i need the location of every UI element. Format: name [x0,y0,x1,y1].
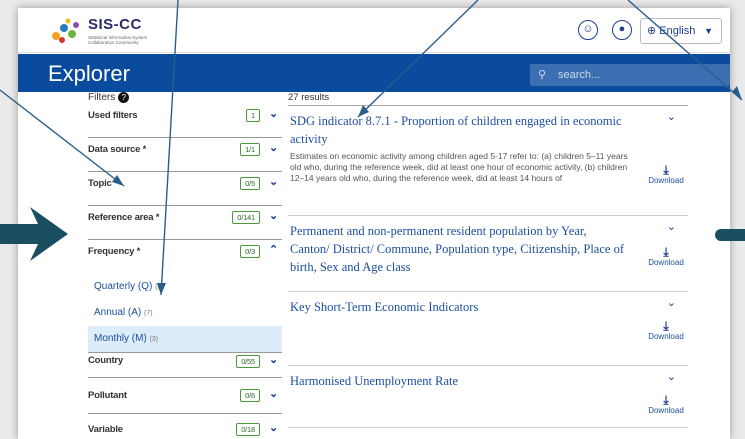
explorer-brand[interactable]: Explorer [48,61,130,87]
results-count: 27 results [288,92,688,106]
result-item[interactable]: SDG indicator 8.7.1 - Proportion of chil… [288,106,688,216]
download-icon: ⤓ [663,393,669,407]
chevron-down-icon[interactable]: ⌄ [269,175,278,188]
help-icon[interactable]: ? [118,92,130,103]
download-button[interactable]: ⤓ Download [644,164,688,185]
filter-used-filters[interactable]: Used filters 1 ⌄ [88,104,282,138]
download-button[interactable]: ⤓ Download [644,246,688,267]
filter-count-badge: 1/1 [240,143,260,156]
chevron-down-icon[interactable]: ⌄ [269,421,278,434]
filter-label: Country [88,355,124,366]
filter-topic[interactable]: Topic 0/5 ⌄ [88,172,282,206]
frequency-option-quarterly[interactable]: Quarterly (Q) (8) [88,274,282,300]
filter-reference-area[interactable]: Reference area * 0/141 ⌄ [88,206,282,240]
annotation-arrowhead [732,86,742,100]
option-count: (8) [155,284,164,291]
logo-text: SIS-CC [88,16,142,33]
chevron-down-icon[interactable]: ⌄ [667,370,676,383]
big-arrow-icon [0,207,68,261]
download-icon: ⤓ [663,163,669,177]
download-label: Download [648,258,684,267]
result-item[interactable]: Harmonised Unemployment Rate ⌄ ⤓ Downloa… [288,366,688,428]
filter-label: Used filters [88,110,138,121]
chevron-down-icon[interactable]: ⌄ [667,296,676,309]
logo-subtext: Statistical Information System Collabora… [88,35,148,45]
download-icon: ⤓ [663,245,669,259]
chevron-up-icon[interactable]: ⌃ [269,243,278,256]
option-count: (7) [144,310,153,317]
results-panel: 27 results SDG indicator 8.7.1 - Proport… [288,92,688,428]
filter-label: Reference area * [88,212,160,223]
filter-count-badge: 0/6 [240,389,260,402]
filter-count-badge: 0/18 [236,423,260,436]
filter-count-badge: 1 [246,109,260,122]
result-title[interactable]: Harmonised Unemployment Rate [290,372,628,390]
explorer-app-window: SIS-CC Statistical Information System Co… [18,8,730,439]
option-label: Monthly (M) [94,333,147,344]
chevron-down-icon[interactable]: ⌄ [269,209,278,222]
filter-label: Topic [88,178,112,189]
result-item[interactable]: Key Short-Term Economic Indicators ⌄ ⤓ D… [288,292,688,366]
filter-count-badge: 0/141 [232,211,260,224]
download-label: Download [648,406,684,415]
chevron-down-icon[interactable]: ⌄ [269,353,278,366]
logo-mark-icon [52,18,79,43]
filter-variable[interactable]: Variable 0/18 ⌄ [88,414,282,439]
filter-count-badge: 0/3 [240,245,260,258]
filters-title: Filters? [88,92,282,104]
download-button[interactable]: ⤓ Download [644,320,688,341]
result-title[interactable]: Key Short-Term Economic Indicators [290,298,628,316]
filters-title-text: Filters [88,92,116,103]
download-label: Download [648,176,684,185]
result-item[interactable]: Permanent and non-permanent resident pop… [288,216,688,292]
filter-data-source[interactable]: Data source * 1/1 ⌄ [88,138,282,172]
chevron-down-icon[interactable]: ⌄ [667,110,676,123]
result-description: Estimates on economic activity among chi… [290,151,628,183]
chevron-down-icon[interactable]: ⌄ [269,141,278,154]
callout-marker [715,229,745,241]
chevron-down-icon[interactable]: ⌄ [269,107,278,120]
filters-panel: Filters? Used filters 1 ⌄ Data source * … [88,92,282,439]
download-icon: ⤓ [663,319,669,333]
filter-label: Pollutant [88,390,127,401]
search-placeholder: search... [558,69,601,81]
search-icon: ⚲ [538,69,547,81]
language-label: English [659,25,696,37]
result-title[interactable]: SDG indicator 8.7.1 - Proportion of chil… [290,112,628,148]
chevron-down-icon[interactable]: ⌄ [269,387,278,400]
user-account-icon[interactable]: ● [612,20,632,40]
filter-frequency[interactable]: Frequency * 0/3 ⌃ [88,240,282,274]
download-label: Download [648,332,684,341]
globe-icon: ⊕ [647,25,657,37]
filter-pollutant[interactable]: Pollutant 0/6 ⌄ [88,378,282,414]
download-button[interactable]: ⤓ Download [644,394,688,415]
option-label: Quarterly (Q) [94,281,153,292]
caret-down-icon: ▼ [704,26,713,36]
filter-label: Variable [88,424,123,435]
filter-label: Frequency * [88,246,141,257]
explorer-header-bar: Explorer ⚲ search... [18,54,730,92]
filter-count-badge: 0/55 [236,355,260,368]
option-label: Annual (A) [94,307,142,318]
language-selector[interactable]: ⊕ English ▼ [640,18,722,44]
frequency-option-monthly[interactable]: Monthly (M) (3) [88,326,282,352]
top-bar: SIS-CC Statistical Information System Co… [18,8,730,53]
filter-count-badge: 0/5 [240,177,260,190]
filter-label: Data source * [88,144,147,155]
chevron-down-icon[interactable]: ⌄ [667,220,676,233]
search-input[interactable]: ⚲ search... [530,64,730,86]
frequency-option-annual[interactable]: Annual (A) (7) [88,300,282,326]
accessibility-icon[interactable]: ☺ [578,20,598,40]
filter-country[interactable]: Country 0/55 ⌄ [88,352,282,378]
option-count: (3) [149,336,159,343]
screenshot-frame: SIS-CC Statistical Information System Co… [0,0,745,439]
siscc-logo[interactable]: SIS-CC Statistical Information System Co… [48,14,168,48]
result-title[interactable]: Permanent and non-permanent resident pop… [290,222,628,276]
